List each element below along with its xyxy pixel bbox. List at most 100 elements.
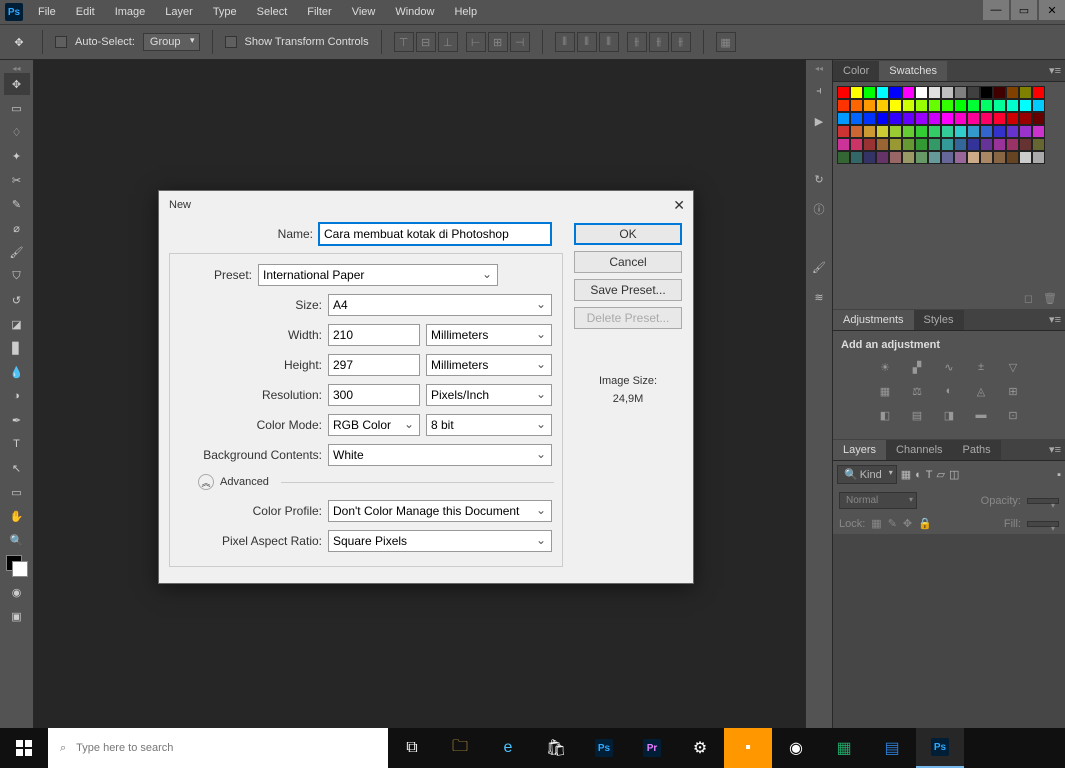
resolution-input[interactable] [328, 384, 420, 406]
align-top-icon[interactable]: ⊤ [394, 32, 414, 52]
panel-grip[interactable]: ◂◂ [2, 64, 32, 72]
swatch[interactable] [1032, 125, 1045, 138]
swatch[interactable] [1006, 112, 1019, 125]
swatch[interactable] [1032, 138, 1045, 151]
mixer-icon[interactable]: ⊞ [1003, 383, 1023, 399]
swatch[interactable] [1032, 99, 1045, 112]
balance-icon[interactable]: ⚖ [907, 383, 927, 399]
tab-paths[interactable]: Paths [953, 440, 1001, 460]
file-explorer-icon[interactable]: 🗀 [436, 728, 484, 768]
align-left-icon[interactable]: ⊢ [466, 32, 486, 52]
align-hcenter-icon[interactable]: ⊞ [488, 32, 508, 52]
delete-swatch-icon[interactable]: 🗑 [1043, 292, 1057, 305]
history-brush-tool[interactable]: ↺ [4, 289, 30, 311]
swatch[interactable] [876, 138, 889, 151]
screen-mode-tool[interactable]: ▣ [4, 605, 30, 627]
filter-smart-icon[interactable]: ◫ [949, 468, 959, 481]
swatch[interactable] [980, 125, 993, 138]
swatch[interactable] [954, 99, 967, 112]
menu-layer[interactable]: Layer [155, 0, 203, 24]
fill-value[interactable] [1027, 521, 1059, 527]
swatch[interactable] [850, 125, 863, 138]
swatch[interactable] [863, 125, 876, 138]
crop-tool[interactable]: ✂ [4, 169, 30, 191]
app-icon[interactable]: ▪ [724, 728, 772, 768]
type-tool[interactable]: T [4, 433, 30, 455]
height-unit-dropdown[interactable]: Millimeters [426, 354, 552, 376]
panel-menu-icon[interactable]: ▾≡ [1049, 443, 1061, 456]
exposure-icon[interactable]: ± [971, 359, 991, 375]
swatch[interactable] [850, 86, 863, 99]
ok-button[interactable]: OK [574, 223, 682, 245]
premiere-icon[interactable]: Pr [628, 728, 676, 768]
distribute-icon[interactable]: ⫴ [577, 32, 597, 52]
tab-swatches[interactable]: Swatches [879, 61, 947, 81]
swatch[interactable] [928, 125, 941, 138]
delete-preset-button[interactable]: Delete Preset... [574, 307, 682, 329]
swatch[interactable] [863, 86, 876, 99]
distribute-icon[interactable]: ⫴ [599, 32, 619, 52]
swatch[interactable] [915, 151, 928, 164]
swatch[interactable] [889, 151, 902, 164]
menu-edit[interactable]: Edit [66, 0, 105, 24]
resolution-unit-dropdown[interactable]: Pixels/Inch [426, 384, 552, 406]
blur-tool[interactable]: 💧 [4, 361, 30, 383]
swatch[interactable] [837, 99, 850, 112]
size-dropdown[interactable]: A4 [328, 294, 552, 316]
search-box[interactable]: ⌕ Type here to search [48, 728, 388, 768]
swatch[interactable] [980, 138, 993, 151]
menu-help[interactable]: Help [444, 0, 487, 24]
brushes-icon[interactable]: ≋ [808, 286, 830, 308]
tab-color[interactable]: Color [833, 61, 879, 81]
swatch[interactable] [1032, 86, 1045, 99]
window-maximize[interactable]: ▭ [1011, 0, 1037, 20]
window-minimize[interactable]: — [983, 0, 1009, 20]
excel-icon[interactable]: ▦ [820, 728, 868, 768]
swatch[interactable] [876, 125, 889, 138]
swatch[interactable] [915, 99, 928, 112]
swatch[interactable] [1019, 151, 1032, 164]
swatch[interactable] [941, 125, 954, 138]
hue-icon[interactable]: ▦ [875, 383, 895, 399]
opacity-value[interactable] [1027, 498, 1059, 504]
lock-all-icon[interactable]: 🔒 [918, 517, 932, 530]
color-profile-dropdown[interactable]: Don't Color Manage this Document [328, 500, 552, 522]
swatch[interactable] [941, 138, 954, 151]
path-tool[interactable]: ↖ [4, 457, 30, 479]
lock-move-icon[interactable]: ✥ [903, 517, 912, 530]
info-icon[interactable]: ⓘ [808, 198, 830, 220]
swatch[interactable] [928, 99, 941, 112]
swatch[interactable] [1006, 138, 1019, 151]
swatch[interactable] [850, 151, 863, 164]
swatch[interactable] [1019, 112, 1032, 125]
threshold-icon[interactable]: ◨ [939, 407, 959, 423]
swatch[interactable] [902, 86, 915, 99]
menu-file[interactable]: File [28, 0, 66, 24]
swatch[interactable] [967, 138, 980, 151]
swatch[interactable] [1006, 99, 1019, 112]
swatch[interactable] [915, 86, 928, 99]
shape-tool[interactable]: ▭ [4, 481, 30, 503]
swatch[interactable] [876, 99, 889, 112]
tab-styles[interactable]: Styles [914, 310, 964, 330]
distribute-icon[interactable]: ⫴ [555, 32, 575, 52]
selective-icon[interactable]: ⊡ [1003, 407, 1023, 423]
swatch[interactable] [902, 138, 915, 151]
swatch[interactable] [967, 99, 980, 112]
auto-align-icon[interactable]: ▦ [716, 32, 736, 52]
blend-mode-dropdown[interactable]: Normal [839, 492, 917, 509]
bw-icon[interactable]: ◐ [939, 383, 959, 399]
posterize-icon[interactable]: ▤ [907, 407, 927, 423]
swatch[interactable] [837, 125, 850, 138]
tab-layers[interactable]: Layers [833, 440, 886, 460]
height-input[interactable] [328, 354, 420, 376]
filter-pixel-icon[interactable]: ▦ [901, 468, 911, 481]
color-mode-dropdown[interactable]: RGB Color [328, 414, 420, 436]
menu-window[interactable]: Window [385, 0, 444, 24]
layer-filter-kind[interactable]: 🔍Kind [837, 465, 897, 484]
swatch[interactable] [928, 86, 941, 99]
pixel-aspect-dropdown[interactable]: Square Pixels [328, 530, 552, 552]
brush-tool[interactable]: 🖌 [4, 241, 30, 263]
width-unit-dropdown[interactable]: Millimeters [426, 324, 552, 346]
swatches-grid[interactable] [833, 82, 1065, 168]
